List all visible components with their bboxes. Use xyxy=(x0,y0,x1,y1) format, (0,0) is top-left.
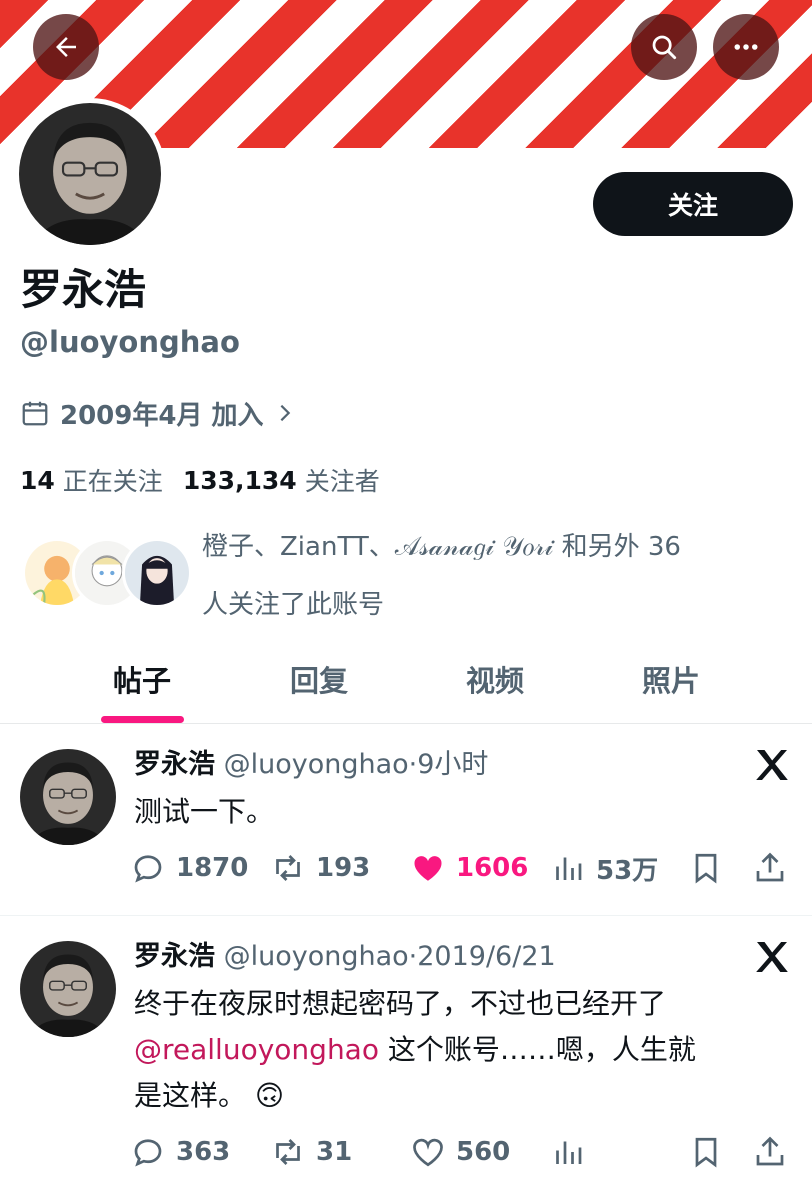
avatar-image xyxy=(20,941,116,1037)
retweet-button[interactable]: 31 xyxy=(270,1127,352,1177)
upside-down-face-emoji: 🙃 xyxy=(254,1079,285,1112)
tweet-text-fragment: 是这样。 xyxy=(134,1079,247,1112)
profile-handle: @luoyonghao xyxy=(20,325,240,359)
arrow-left-icon xyxy=(56,37,76,57)
reply-count: 1870 xyxy=(176,853,249,883)
followed-by-line: 人关注了此账号 xyxy=(202,590,385,620)
search-icon xyxy=(652,35,677,60)
retweet-count: 193 xyxy=(316,853,371,883)
more-button[interactable] xyxy=(713,14,779,80)
like-button[interactable]: 1606 xyxy=(410,843,528,893)
tweet[interactable]: 罗永浩 @luoyonghao·2019/6/21 终于在夜尿时想起密码了，不过… xyxy=(0,917,812,1200)
tab-photos[interactable]: 照片 xyxy=(591,648,751,724)
display-name: 罗永浩 xyxy=(20,265,147,314)
follow-stats: 14 正在关注 133,134 关注者 xyxy=(20,460,400,500)
tweet-text: 测试一下。 xyxy=(134,795,275,828)
tweet-text-fragment: 这个账号……嗯，人生就 xyxy=(378,1033,696,1066)
follow-button[interactable]: 关注 xyxy=(593,172,793,236)
views-chart-icon xyxy=(556,1141,582,1164)
reply-icon xyxy=(134,1139,162,1167)
heart-filled-icon xyxy=(414,856,442,881)
tweet-text-line: @realluoyonghao 这个账号……嗯，人生就 xyxy=(134,1027,794,1073)
following-count[interactable]: 14 xyxy=(20,466,55,495)
chevron-right-icon xyxy=(280,404,290,422)
followed-by-text[interactable]: 橙子、ZianTT、𝒜𝓈𝒶𝓃𝒶𝑔𝒾 𝒴𝑜𝓇𝒾 和另外 36 人关注了此账号 xyxy=(202,518,802,634)
retweet-button[interactable]: 193 xyxy=(270,843,370,893)
tab-videos[interactable]: 视频 xyxy=(415,648,575,724)
tweet-avatar[interactable] xyxy=(20,749,116,845)
mention-link[interactable]: @realluoyonghao xyxy=(134,1033,379,1066)
like-button[interactable]: 560 xyxy=(410,1127,510,1177)
tweet-text-line: 是这样。 🙃 xyxy=(134,1073,794,1119)
retweet-icon xyxy=(276,1139,300,1165)
tab-replies[interactable]: 回复 xyxy=(239,648,399,724)
share-button[interactable] xyxy=(752,843,798,893)
tweet[interactable]: 罗永浩 @luoyonghao·9小时 测试一下。 1870 193 1606 … xyxy=(0,725,812,916)
share-button[interactable] xyxy=(752,1127,798,1177)
profile-avatar[interactable] xyxy=(14,98,166,250)
x-logo-icon xyxy=(756,942,788,972)
tab-posts[interactable]: 帖子 xyxy=(62,648,222,724)
x-logo-icon xyxy=(756,750,788,780)
bookmark-icon xyxy=(695,1137,717,1168)
more-horizontal-icon xyxy=(734,44,758,50)
followers-count[interactable]: 133,134 xyxy=(183,466,297,495)
share-icon xyxy=(756,1136,784,1166)
avatar-image xyxy=(20,749,116,845)
bookmark-button[interactable] xyxy=(688,843,734,893)
tweet-avatar[interactable] xyxy=(20,941,116,1037)
join-date-text: 2009年4月 加入 xyxy=(60,400,264,431)
retweet-icon xyxy=(276,855,300,881)
profile-tabs: 帖子 回复 视频 照片 xyxy=(0,648,812,724)
followers-label[interactable]: 关注者 xyxy=(305,462,380,498)
like-count: 1606 xyxy=(456,853,529,883)
retweet-count: 31 xyxy=(316,1137,353,1167)
follower-avatar-image xyxy=(125,541,189,605)
reply-button[interactable]: 363 xyxy=(130,1127,230,1177)
views-button[interactable]: 53万 xyxy=(550,843,658,893)
bookmark-icon xyxy=(695,853,717,884)
reply-button[interactable]: 1870 xyxy=(130,843,248,893)
avatar-image xyxy=(19,103,161,245)
followed-by-avatars[interactable] xyxy=(22,538,192,610)
tweet-actions: 1870 193 1606 53万 xyxy=(130,843,800,893)
tweet-author-name[interactable]: 罗永浩 xyxy=(134,941,215,972)
tweet-header: 罗永浩 @luoyonghao·2019/6/21 xyxy=(134,937,556,977)
tweet-header: 罗永浩 @luoyonghao·9小时 xyxy=(134,745,488,785)
back-button[interactable] xyxy=(33,14,99,80)
tweet-handle-time[interactable]: @luoyonghao·9小时 xyxy=(224,749,489,780)
calendar-icon xyxy=(22,401,48,426)
join-date-row[interactable]: 2009年4月 加入 xyxy=(20,392,296,434)
reply-count: 363 xyxy=(176,1137,231,1167)
followed-by-line: 橙子、ZianTT、𝒜𝓈𝒶𝓃𝒶𝑔𝒾 𝒴𝑜𝓇𝒾 和另外 36 xyxy=(202,532,681,562)
like-count: 560 xyxy=(456,1137,511,1167)
share-icon xyxy=(756,852,784,882)
bookmark-button[interactable] xyxy=(688,1127,734,1177)
views-button[interactable] xyxy=(550,1127,596,1177)
tweet-text-line: 终于在夜尿时想起密码了，不过也已经开了 xyxy=(134,987,667,1020)
views-count: 53万 xyxy=(596,855,659,886)
reply-icon xyxy=(134,855,162,883)
tweet-actions: 363 31 560 xyxy=(130,1127,800,1177)
tweet-text: 终于在夜尿时想起密码了，不过也已经开了 @realluoyonghao 这个账号… xyxy=(134,981,794,1119)
search-button[interactable] xyxy=(631,14,697,80)
following-label[interactable]: 正在关注 xyxy=(63,462,163,498)
active-tab-indicator xyxy=(101,716,184,723)
follower-avatar xyxy=(122,538,192,608)
tweet-handle-time[interactable]: @luoyonghao·2019/6/21 xyxy=(224,941,556,972)
views-chart-icon xyxy=(556,857,582,880)
tweet-author-name[interactable]: 罗永浩 xyxy=(134,749,215,780)
heart-outline-icon xyxy=(413,1138,443,1167)
